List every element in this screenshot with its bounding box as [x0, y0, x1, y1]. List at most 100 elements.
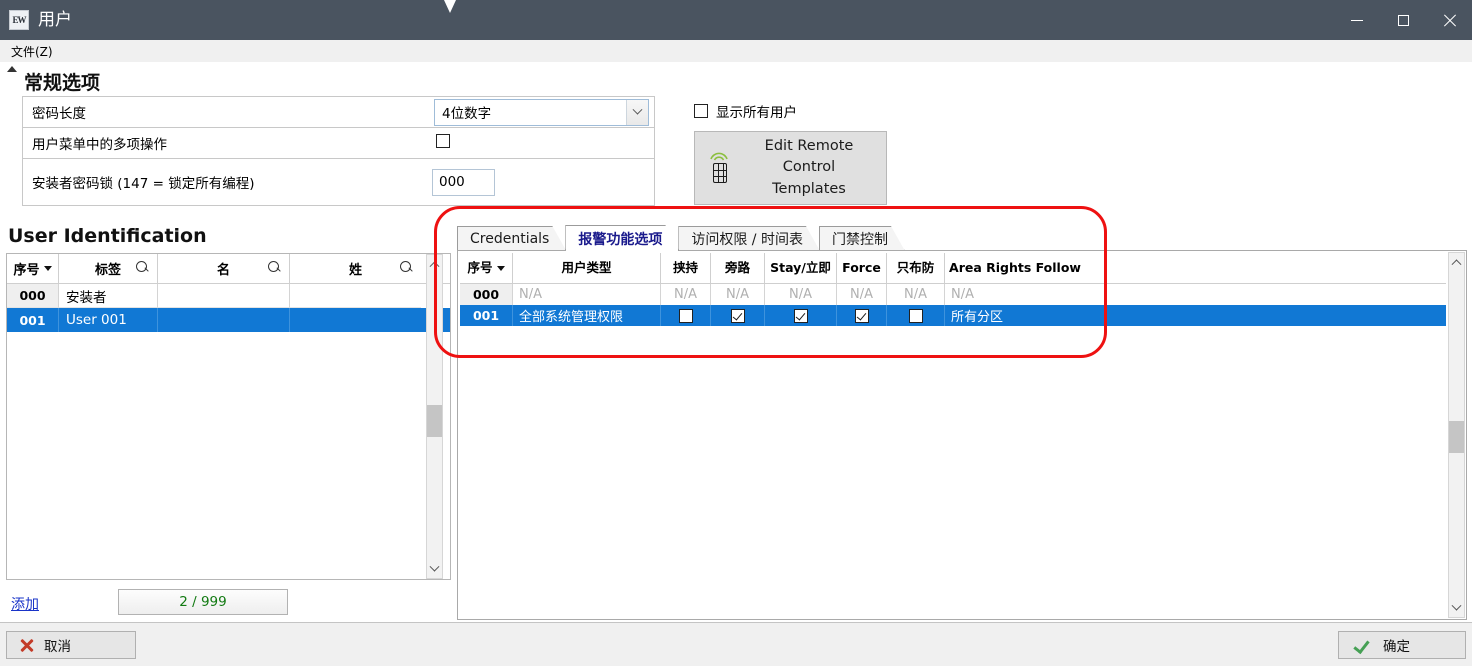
close-icon [1443, 14, 1456, 27]
force-checkbox[interactable] [854, 308, 869, 323]
table-row[interactable]: 001 User 001 [7, 308, 450, 332]
user-count-display: 2 / 999 [118, 589, 288, 615]
cell-area-rights: N/A [951, 287, 974, 302]
stay-instant-checkbox[interactable] [793, 308, 808, 323]
user-identification-grid: 序号 标签 名 姓 000 安装者 001 User 001 [6, 253, 451, 580]
option-label: 安装者密码锁 (147 = 锁定所有编程) [32, 176, 255, 192]
option-row-password-length: 密码长度 4位数字 [23, 97, 654, 128]
column-header-arm-only[interactable]: 只布防 [887, 253, 945, 283]
signal-waves-icon [710, 152, 728, 161]
column-header-bypass[interactable]: 旁路 [711, 253, 765, 283]
installer-lock-input-wrap[interactable]: 000 [432, 168, 495, 196]
cell-bypass: N/A [711, 284, 765, 305]
minimize-icon [1351, 19, 1363, 21]
collapse-section-icon[interactable] [7, 66, 17, 72]
scroll-down-button[interactable] [1449, 600, 1464, 617]
check-icon [1353, 638, 1369, 652]
close-button[interactable] [1426, 0, 1472, 40]
column-header-last-name[interactable]: 姓 [290, 254, 421, 283]
installer-lock-input[interactable]: 000 [432, 168, 495, 196]
cancel-button-label: 取消 [44, 639, 71, 655]
cell-duress[interactable] [661, 305, 711, 326]
column-header-index[interactable]: 序号 [7, 254, 59, 283]
user-grid-scrollbar[interactable] [426, 254, 443, 579]
alarm-options-grid: 序号 用户类型 挟持 旁路 Stay/立即 Force 只布防 Area Rig… [460, 253, 1446, 326]
add-user-link[interactable]: 添加 [11, 594, 39, 614]
tab-access-control[interactable]: 门禁控制 [819, 226, 905, 251]
column-header-duress[interactable]: 挟持 [661, 253, 711, 283]
cell-arm-only: N/A [887, 284, 945, 305]
cell-area-rights: 所有分区 [951, 310, 1004, 325]
show-all-users-row[interactable]: 显示所有用户 [694, 101, 797, 121]
tabstrip: Credentials 报警功能选项 访问权限 / 时间表 门禁控制 [457, 225, 904, 251]
cell-index: 001 [460, 305, 513, 326]
cell-first-name [158, 284, 290, 308]
tab-credentials[interactable]: Credentials [457, 226, 566, 251]
dialog-footer: 取消 确定 [0, 622, 1472, 666]
search-icon[interactable] [136, 261, 149, 278]
cell-stay-instant[interactable] [765, 305, 837, 326]
cell-user-type: N/A [513, 284, 661, 305]
ok-button-label: 确定 [1383, 639, 1410, 655]
scroll-up-button[interactable] [1449, 253, 1464, 270]
minimize-button[interactable] [1334, 0, 1380, 40]
option-row-multi-action: 用户菜单中的多项操作 [23, 128, 654, 159]
cell-first-name [158, 308, 290, 332]
column-header-force[interactable]: Force [837, 253, 887, 283]
app-icon: EW [9, 10, 29, 30]
table-row[interactable]: 000 安装者 [7, 284, 450, 308]
cell-index: 000 [460, 284, 513, 305]
general-options-heading: 常规选项 [24, 72, 101, 94]
ok-button[interactable]: 确定 [1338, 631, 1466, 659]
alarm-options-panel: 序号 用户类型 挟持 旁路 Stay/立即 Force 只布防 Area Rig… [457, 250, 1467, 620]
cell-stay-instant: N/A [765, 284, 837, 305]
alarm-panel-scrollbar[interactable] [1448, 252, 1465, 618]
mouse-cursor [444, 0, 456, 13]
cell-last-name [290, 284, 421, 308]
scrollbar-thumb[interactable] [427, 405, 442, 437]
sort-descending-icon [496, 265, 505, 271]
scroll-down-button[interactable] [427, 561, 442, 578]
search-icon[interactable] [400, 261, 413, 278]
user-dialog-window: EW 用户 文件(Z) 常规选项 密码长度 4位数字 用户菜单中的多项操作 安装… [0, 0, 1472, 666]
arm-only-checkbox[interactable] [908, 308, 923, 323]
window-title: 用户 [38, 9, 72, 30]
show-all-users-checkbox[interactable] [694, 104, 708, 118]
password-length-dropdown[interactable]: 4位数字 [434, 98, 649, 126]
cancel-button[interactable]: 取消 [6, 631, 136, 659]
scrollbar-thumb[interactable] [1449, 421, 1464, 453]
general-options-table: 密码长度 4位数字 用户菜单中的多项操作 安装者密码锁 (147 = 锁定所有编… [22, 96, 655, 206]
column-header-tag[interactable]: 标签 [59, 254, 158, 283]
column-header-first-name[interactable]: 名 [158, 254, 290, 283]
column-header-index[interactable]: 序号 [460, 253, 513, 283]
column-header-stay-instant[interactable]: Stay/立即 [765, 253, 837, 283]
table-row[interactable]: 001 全部系统管理权限 所有分区 [460, 305, 1446, 326]
menubar: 文件(Z) [0, 40, 1472, 62]
cell-force: N/A [837, 284, 887, 305]
user-identification-heading: User Identification [8, 225, 207, 247]
remote-templates-line1: Edit Remote Control [764, 138, 854, 176]
menu-item-file[interactable]: 文件(Z) [11, 43, 53, 60]
titlebar: EW 用户 [0, 0, 1472, 40]
edit-remote-control-templates-button[interactable]: Edit Remote Control Templates [694, 131, 887, 205]
alarm-grid-header: 序号 用户类型 挟持 旁路 Stay/立即 Force 只布防 Area Rig… [460, 253, 1446, 284]
multi-action-checkbox[interactable] [436, 133, 450, 153]
bypass-checkbox[interactable] [730, 308, 745, 323]
cell-index: 001 [7, 308, 59, 332]
remote-templates-line2: Templates [772, 180, 846, 197]
cell-duress: N/A [661, 284, 711, 305]
cell-force[interactable] [837, 305, 887, 326]
table-row[interactable]: 000 N/A N/A N/A N/A N/A N/A N/A [460, 284, 1446, 305]
column-header-area-rights-follow[interactable]: Area Rights Follow [945, 253, 1085, 283]
duress-checkbox[interactable] [678, 308, 693, 323]
cell-bypass[interactable] [711, 305, 765, 326]
keypad-icon [713, 163, 727, 183]
cell-arm-only[interactable] [887, 305, 945, 326]
search-icon[interactable] [268, 261, 281, 278]
tab-access-rights-schedules[interactable]: 访问权限 / 时间表 [678, 226, 820, 251]
tab-alarm-options[interactable]: 报警功能选项 [565, 225, 679, 251]
maximize-button[interactable] [1380, 0, 1426, 40]
scroll-up-button[interactable] [427, 255, 442, 272]
column-header-user-type[interactable]: 用户类型 [513, 253, 661, 283]
chevron-down-icon[interactable] [626, 99, 648, 125]
